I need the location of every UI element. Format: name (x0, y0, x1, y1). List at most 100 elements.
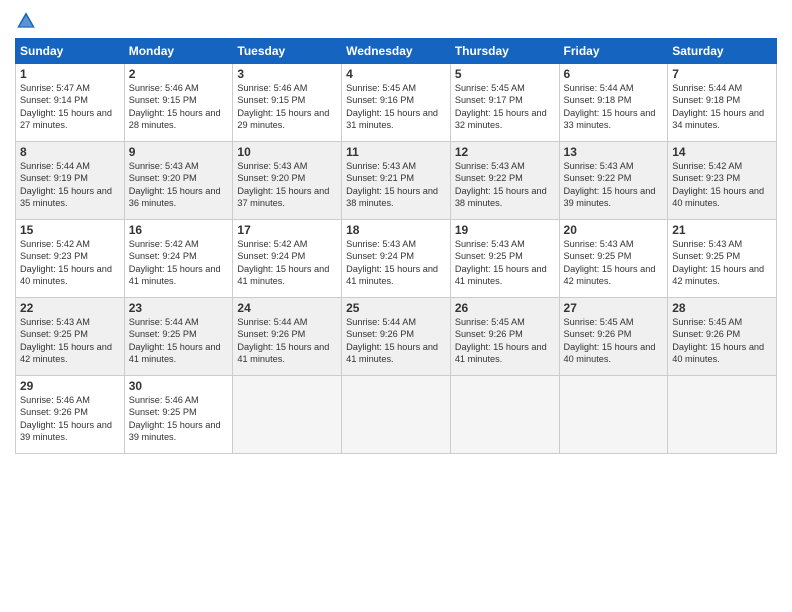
sunrise-label: Sunrise: 5:42 AM (237, 239, 307, 249)
sunrise-label: Sunrise: 5:43 AM (455, 239, 525, 249)
day-number: 27 (564, 301, 664, 315)
table-row: 1 Sunrise: 5:47 AM Sunset: 9:14 PM Dayli… (16, 64, 125, 142)
day-info: Sunrise: 5:45 AM Sunset: 9:26 PM Dayligh… (455, 316, 555, 366)
header-saturday: Saturday (668, 39, 777, 64)
daylight-label: Daylight: 15 hours and 32 minutes. (455, 108, 547, 130)
table-row: 3 Sunrise: 5:46 AM Sunset: 9:15 PM Dayli… (233, 64, 342, 142)
sunset-label: Sunset: 9:25 PM (672, 251, 740, 261)
daylight-label: Daylight: 15 hours and 41 minutes. (455, 342, 547, 364)
sunrise-label: Sunrise: 5:43 AM (346, 161, 416, 171)
daylight-label: Daylight: 15 hours and 34 minutes. (672, 108, 764, 130)
sunrise-label: Sunrise: 5:43 AM (564, 239, 634, 249)
daylight-label: Daylight: 15 hours and 40 minutes. (672, 342, 764, 364)
sunrise-label: Sunrise: 5:46 AM (20, 395, 90, 405)
sunrise-label: Sunrise: 5:45 AM (346, 83, 416, 93)
sunrise-label: Sunrise: 5:47 AM (20, 83, 90, 93)
day-number: 3 (237, 67, 337, 81)
daylight-label: Daylight: 15 hours and 41 minutes. (455, 264, 547, 286)
sunset-label: Sunset: 9:15 PM (129, 95, 197, 105)
table-row: 28 Sunrise: 5:45 AM Sunset: 9:26 PM Dayl… (668, 298, 777, 376)
sunrise-label: Sunrise: 5:43 AM (20, 317, 90, 327)
sunset-label: Sunset: 9:25 PM (129, 329, 197, 339)
daylight-label: Daylight: 15 hours and 28 minutes. (129, 108, 221, 130)
daylight-label: Daylight: 15 hours and 41 minutes. (237, 342, 329, 364)
sunrise-label: Sunrise: 5:44 AM (346, 317, 416, 327)
sunrise-label: Sunrise: 5:45 AM (564, 317, 634, 327)
day-info: Sunrise: 5:46 AM Sunset: 9:25 PM Dayligh… (129, 394, 229, 444)
day-number: 22 (20, 301, 120, 315)
day-info: Sunrise: 5:43 AM Sunset: 9:22 PM Dayligh… (564, 160, 664, 210)
day-info: Sunrise: 5:46 AM Sunset: 9:26 PM Dayligh… (20, 394, 120, 444)
sunset-label: Sunset: 9:26 PM (672, 329, 740, 339)
sunset-label: Sunset: 9:21 PM (346, 173, 414, 183)
sunset-label: Sunset: 9:18 PM (672, 95, 740, 105)
table-row: 11 Sunrise: 5:43 AM Sunset: 9:21 PM Dayl… (342, 142, 451, 220)
day-number: 25 (346, 301, 446, 315)
header-wednesday: Wednesday (342, 39, 451, 64)
sunset-label: Sunset: 9:15 PM (237, 95, 305, 105)
daylight-label: Daylight: 15 hours and 35 minutes. (20, 186, 112, 208)
daylight-label: Daylight: 15 hours and 40 minutes. (672, 186, 764, 208)
sunset-label: Sunset: 9:24 PM (346, 251, 414, 261)
sunrise-label: Sunrise: 5:43 AM (564, 161, 634, 171)
header-friday: Friday (559, 39, 668, 64)
sunrise-label: Sunrise: 5:43 AM (237, 161, 307, 171)
day-number: 7 (672, 67, 772, 81)
daylight-label: Daylight: 15 hours and 38 minutes. (346, 186, 438, 208)
daylight-label: Daylight: 15 hours and 38 minutes. (455, 186, 547, 208)
table-row (559, 376, 668, 454)
day-number: 23 (129, 301, 229, 315)
day-info: Sunrise: 5:43 AM Sunset: 9:21 PM Dayligh… (346, 160, 446, 210)
daylight-label: Daylight: 15 hours and 29 minutes. (237, 108, 329, 130)
day-info: Sunrise: 5:43 AM Sunset: 9:25 PM Dayligh… (20, 316, 120, 366)
header-tuesday: Tuesday (233, 39, 342, 64)
daylight-label: Daylight: 15 hours and 27 minutes. (20, 108, 112, 130)
daylight-label: Daylight: 15 hours and 39 minutes. (20, 420, 112, 442)
sunrise-label: Sunrise: 5:46 AM (237, 83, 307, 93)
daylight-label: Daylight: 15 hours and 39 minutes. (129, 420, 221, 442)
day-info: Sunrise: 5:43 AM Sunset: 9:24 PM Dayligh… (346, 238, 446, 288)
sunrise-label: Sunrise: 5:43 AM (455, 161, 525, 171)
daylight-label: Daylight: 15 hours and 41 minutes. (129, 264, 221, 286)
sunset-label: Sunset: 9:23 PM (20, 251, 88, 261)
sunrise-label: Sunrise: 5:44 AM (129, 317, 199, 327)
day-info: Sunrise: 5:46 AM Sunset: 9:15 PM Dayligh… (237, 82, 337, 132)
table-row: 12 Sunrise: 5:43 AM Sunset: 9:22 PM Dayl… (450, 142, 559, 220)
sunset-label: Sunset: 9:24 PM (129, 251, 197, 261)
daylight-label: Daylight: 15 hours and 40 minutes. (564, 342, 656, 364)
day-number: 10 (237, 145, 337, 159)
day-number: 18 (346, 223, 446, 237)
day-number: 8 (20, 145, 120, 159)
daylight-label: Daylight: 15 hours and 37 minutes. (237, 186, 329, 208)
day-info: Sunrise: 5:42 AM Sunset: 9:24 PM Dayligh… (129, 238, 229, 288)
day-number: 4 (346, 67, 446, 81)
table-row: 6 Sunrise: 5:44 AM Sunset: 9:18 PM Dayli… (559, 64, 668, 142)
sunrise-label: Sunrise: 5:42 AM (129, 239, 199, 249)
day-number: 19 (455, 223, 555, 237)
table-row: 7 Sunrise: 5:44 AM Sunset: 9:18 PM Dayli… (668, 64, 777, 142)
day-info: Sunrise: 5:45 AM Sunset: 9:26 PM Dayligh… (564, 316, 664, 366)
day-info: Sunrise: 5:46 AM Sunset: 9:15 PM Dayligh… (129, 82, 229, 132)
sunset-label: Sunset: 9:17 PM (455, 95, 523, 105)
sunrise-label: Sunrise: 5:45 AM (455, 317, 525, 327)
table-row: 29 Sunrise: 5:46 AM Sunset: 9:26 PM Dayl… (16, 376, 125, 454)
daylight-label: Daylight: 15 hours and 41 minutes. (346, 264, 438, 286)
logo-icon (15, 10, 37, 32)
sunrise-label: Sunrise: 5:44 AM (237, 317, 307, 327)
day-number: 26 (455, 301, 555, 315)
sunset-label: Sunset: 9:20 PM (237, 173, 305, 183)
sunrise-label: Sunrise: 5:43 AM (129, 161, 199, 171)
sunrise-label: Sunrise: 5:42 AM (672, 161, 742, 171)
table-row: 17 Sunrise: 5:42 AM Sunset: 9:24 PM Dayl… (233, 220, 342, 298)
day-info: Sunrise: 5:42 AM Sunset: 9:24 PM Dayligh… (237, 238, 337, 288)
day-number: 14 (672, 145, 772, 159)
day-number: 2 (129, 67, 229, 81)
table-row: 23 Sunrise: 5:44 AM Sunset: 9:25 PM Dayl… (124, 298, 233, 376)
table-row: 4 Sunrise: 5:45 AM Sunset: 9:16 PM Dayli… (342, 64, 451, 142)
sunset-label: Sunset: 9:25 PM (564, 251, 632, 261)
daylight-label: Daylight: 15 hours and 42 minutes. (564, 264, 656, 286)
table-row: 22 Sunrise: 5:43 AM Sunset: 9:25 PM Dayl… (16, 298, 125, 376)
sunrise-label: Sunrise: 5:43 AM (346, 239, 416, 249)
table-row: 25 Sunrise: 5:44 AM Sunset: 9:26 PM Dayl… (342, 298, 451, 376)
day-info: Sunrise: 5:44 AM Sunset: 9:18 PM Dayligh… (564, 82, 664, 132)
